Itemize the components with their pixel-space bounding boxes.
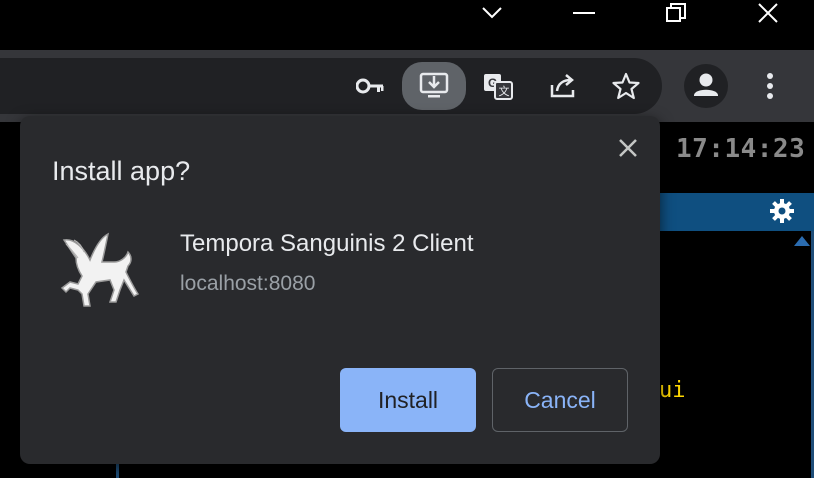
svg-text:文: 文 <box>499 84 510 98</box>
bookmark-star-icon[interactable] <box>598 62 654 110</box>
menu-icon[interactable] <box>742 62 798 110</box>
key-icon[interactable] <box>342 62 398 110</box>
clock-display: 17:14:23 <box>676 134 806 164</box>
restore-icon[interactable] <box>656 0 696 26</box>
dialog-title: Install app? <box>52 156 191 186</box>
share-icon[interactable] <box>536 62 592 110</box>
profile-icon[interactable] <box>678 62 734 110</box>
close-icon[interactable] <box>614 134 642 162</box>
install-button[interactable]: Install <box>340 368 476 432</box>
scroll-up-arrow[interactable] <box>794 236 810 246</box>
close-icon[interactable] <box>748 0 788 26</box>
background-text: ui <box>659 378 686 403</box>
window-titlebar <box>0 0 814 50</box>
pegasus-app-icon <box>56 228 144 318</box>
minimize-icon[interactable] <box>564 0 604 26</box>
gear-icon[interactable] <box>768 197 796 230</box>
install-app-dialog: Install app? Tempora Sanguinis 2 Client … <box>20 116 660 464</box>
chevron-down-icon[interactable] <box>472 0 512 26</box>
install-app-icon[interactable] <box>402 62 466 110</box>
translate-icon[interactable]: G文 <box>470 62 526 110</box>
app-name: Tempora Sanguinis 2 Client <box>180 230 474 257</box>
app-origin: localhost:8080 <box>180 272 316 295</box>
cancel-button[interactable]: Cancel <box>492 368 628 432</box>
